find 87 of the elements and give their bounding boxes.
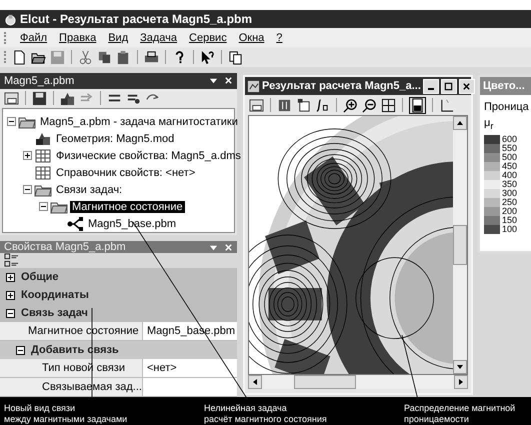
- quantity-symbol: μ$_{r}$: [484, 117, 494, 132]
- minimize-icon: [428, 88, 434, 90]
- tree-item[interactable]: Magn5_base.pbm: [86, 218, 178, 230]
- scroll-up-icon[interactable]: [453, 116, 467, 130]
- menu-item[interactable]: Правка: [59, 32, 96, 44]
- tree-item[interactable]: Magn5_a.pbm - задача магнитостатики: [38, 116, 240, 128]
- folder-icon: [18, 114, 36, 128]
- save-icon[interactable]: [32, 90, 47, 106]
- scale-label: 100: [502, 225, 518, 234]
- scale-label: 600: [502, 135, 518, 144]
- panel-title: Свойства Magn5_a.pbm: [4, 241, 126, 253]
- scale-label: 450: [502, 162, 518, 172]
- maximize-button[interactable]: [440, 78, 457, 94]
- callout-caption: Нелинейная задача расчёт магнитного состояния: [204, 403, 328, 425]
- categorized-icon[interactable]: [4, 253, 19, 268]
- cut-icon[interactable]: [78, 50, 93, 64]
- vertical-scrollbar[interactable]: [453, 116, 467, 374]
- close-icon: [462, 82, 472, 90]
- shapes-icon: [34, 132, 52, 146]
- close-icon[interactable]: [224, 76, 233, 86]
- paste-icon[interactable]: [116, 50, 131, 64]
- menu-item[interactable]: ?: [276, 32, 282, 44]
- property-category[interactable]: Общие: [21, 271, 59, 283]
- windows-icon[interactable]: [228, 50, 243, 64]
- folder-icon: [50, 200, 68, 214]
- collapse-icon[interactable]: [23, 185, 32, 194]
- scale-label: 200: [502, 207, 518, 216]
- tree-item[interactable]: Справочник свойств: <нет>: [54, 166, 198, 178]
- scroll-right-icon[interactable]: [454, 375, 468, 389]
- legend-heading: Проница: [484, 101, 530, 113]
- minimize-button[interactable]: [422, 78, 439, 94]
- folder-icon: [34, 182, 52, 196]
- menu-item[interactable]: Задача: [140, 32, 178, 44]
- callout-caption: Распределение магнитной проницаемости: [404, 403, 516, 425]
- integral-icon[interactable]: [315, 98, 330, 112]
- scrollbar-thumb[interactable]: [453, 225, 467, 265]
- copy-icon[interactable]: [97, 50, 112, 64]
- collapse-icon[interactable]: [39, 202, 48, 211]
- tree-item[interactable]: Геометрия: Magn5.mod: [54, 132, 176, 144]
- scale-label: 300: [502, 189, 518, 198]
- maximize-icon: [444, 82, 454, 90]
- scroll-down-icon[interactable]: [453, 360, 467, 374]
- menu-item[interactable]: Файл: [20, 32, 48, 44]
- menu-item[interactable]: Окна: [238, 32, 264, 44]
- expand-icon[interactable]: [6, 272, 15, 282]
- scale-label: 550: [502, 144, 518, 154]
- window-title: Elcut - Результат расчета Magn5_a.pbm: [20, 12, 252, 26]
- panel-title: Magn5_a.pbm: [4, 74, 74, 87]
- zoom-in-icon[interactable]: [343, 98, 358, 112]
- collapse-icon[interactable]: [6, 308, 15, 318]
- menu-item[interactable]: Сервис: [189, 32, 227, 44]
- app-icon: [4, 12, 17, 26]
- print-icon[interactable]: [144, 50, 159, 64]
- new-file-icon[interactable]: [12, 50, 27, 64]
- collapse-icon[interactable]: [16, 346, 25, 354]
- expand-icon[interactable]: [6, 290, 15, 300]
- expand-icon[interactable]: [23, 151, 32, 160]
- windows-icon[interactable]: [249, 98, 264, 112]
- scale-label: 400: [502, 171, 518, 180]
- property-category[interactable]: Координаты: [21, 289, 89, 301]
- fit-icon[interactable]: [381, 98, 396, 112]
- property-value[interactable]: <нет>: [143, 359, 237, 377]
- dropdown-icon[interactable]: [209, 76, 218, 86]
- scrollbar-thumb[interactable]: [294, 375, 356, 389]
- legend-icon[interactable]: [409, 96, 426, 114]
- tree-item[interactable]: Связи задач:: [54, 184, 124, 196]
- axes-icon[interactable]: [439, 98, 454, 112]
- windows-icon[interactable]: [4, 90, 19, 106]
- shapes-icon[interactable]: [60, 90, 75, 106]
- scale-label: 350: [502, 180, 518, 190]
- property-category[interactable]: Связь задач: [21, 307, 88, 319]
- window-title: Цвето...: [483, 80, 525, 92]
- scroll-left-icon[interactable]: [248, 375, 262, 389]
- tree-item[interactable]: Магнитное состояние: [70, 200, 185, 212]
- scale-label: 150: [502, 216, 518, 226]
- close-button[interactable]: [458, 78, 475, 94]
- zoom-out-icon[interactable]: [362, 98, 377, 112]
- document-icon[interactable]: [296, 98, 311, 112]
- scale-label: 500: [502, 153, 518, 162]
- callout-caption: Новый вид связи между магнитными задачами: [4, 403, 128, 425]
- menu-item[interactable]: Вид: [108, 32, 128, 44]
- window-title: Результат расчета Magn5_a...: [262, 80, 421, 92]
- horizontal-scrollbar[interactable]: [248, 375, 468, 389]
- collapse-icon[interactable]: [7, 117, 16, 126]
- context-help-icon[interactable]: [200, 50, 215, 64]
- tree-item[interactable]: Физические свойства: Magn5_a.dms: [54, 150, 243, 162]
- scale-label: 250: [502, 198, 518, 208]
